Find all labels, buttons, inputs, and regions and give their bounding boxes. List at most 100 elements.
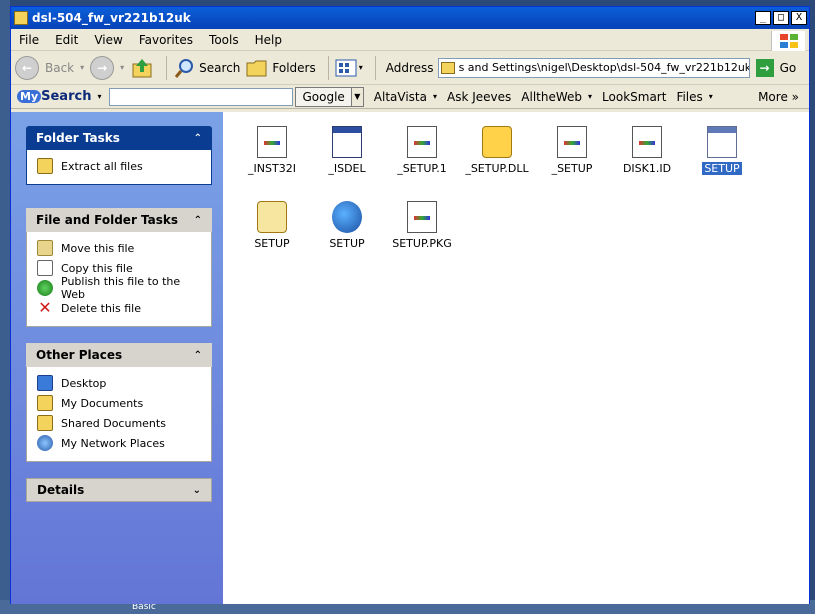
more-label: More: [758, 89, 788, 104]
mysearch-toolbar: My Search ▾ Google ▼ AltaVista ▾ Ask Jeev…: [11, 85, 809, 109]
menu-tools[interactable]: Tools: [201, 33, 247, 47]
place-my-documents[interactable]: My Documents: [37, 393, 201, 413]
window-icon: [332, 126, 362, 158]
document-icon: [557, 126, 587, 158]
folder-tasks-body: Extract all files: [26, 150, 212, 185]
task-label: Move this file: [61, 241, 135, 255]
engine-dropdown-button[interactable]: ▼: [351, 86, 364, 107]
chevron-down-icon[interactable]: ▾: [120, 63, 124, 72]
menu-favorites[interactable]: Favorites: [131, 33, 201, 47]
details-header[interactable]: Details ⌄: [26, 478, 212, 502]
link-looksmart[interactable]: LookSmart: [602, 90, 666, 104]
folder-tasks-panel: Folder Tasks ⌃ Extract all files: [26, 126, 212, 185]
forward-arrow-icon: →: [90, 55, 115, 80]
file-list: _INST32I _ISDEL _SETUP.1 _SETUP.DLL _SET…: [223, 112, 809, 604]
close-button[interactable]: X: [791, 11, 807, 25]
menu-edit[interactable]: Edit: [47, 33, 86, 47]
globe-icon: [37, 280, 53, 296]
file-item[interactable]: DISK1.ID: [607, 126, 687, 175]
up-folder-button[interactable]: [130, 56, 154, 80]
file-name: DISK1.ID: [622, 162, 672, 175]
back-label: Back: [45, 60, 75, 75]
zip-folder-icon: [440, 61, 455, 74]
maximize-button[interactable]: □: [773, 11, 789, 25]
file-item[interactable]: _SETUP.DLL: [457, 126, 537, 175]
file-folder-tasks-body: Move this file Copy this file Publish th…: [26, 232, 212, 327]
desktop-background: [0, 0, 10, 614]
back-arrow-icon: ←: [15, 55, 39, 80]
extract-icon: [37, 158, 53, 174]
chevron-down-icon[interactable]: ▾: [97, 92, 101, 101]
task-move-file[interactable]: Move this file: [37, 238, 201, 258]
more-button[interactable]: More »: [758, 90, 799, 104]
file-item[interactable]: _SETUP.1: [382, 126, 462, 175]
folder-tasks-header[interactable]: Folder Tasks ⌃: [26, 126, 212, 150]
file-item[interactable]: SETUP: [307, 201, 387, 250]
expand-icon[interactable]: ⌄: [193, 485, 201, 496]
dll-gear-icon: [482, 126, 512, 158]
go-button[interactable]: → Go: [755, 58, 796, 77]
file-folder-tasks-header[interactable]: File and Folder Tasks ⌃: [26, 208, 212, 232]
document-icon: [407, 126, 437, 158]
place-network-places[interactable]: My Network Places: [37, 433, 201, 453]
panel-title: Details: [37, 483, 85, 497]
forward-button[interactable]: → ▾: [90, 55, 124, 80]
file-name: _SETUP: [551, 162, 593, 175]
installer-globe-icon: [332, 201, 362, 233]
document-icon: [632, 126, 662, 158]
menu-help[interactable]: Help: [247, 33, 290, 47]
mysearch-button[interactable]: My Search: [17, 89, 91, 104]
search-label: Search: [199, 60, 241, 75]
menu-view[interactable]: View: [86, 33, 130, 47]
chevron-down-icon[interactable]: ▾: [80, 63, 84, 72]
views-button[interactable]: ▾: [335, 58, 363, 78]
document-icon: [407, 201, 437, 233]
collapse-icon[interactable]: ⌃: [194, 350, 202, 361]
title-bar[interactable]: dsl-504_fw_vr221b12uk _ □ X: [11, 7, 809, 29]
link-files[interactable]: Files: [676, 90, 702, 104]
file-item[interactable]: _SETUP: [532, 126, 612, 175]
network-globe-icon: [37, 435, 53, 451]
search-button[interactable]: Search: [173, 57, 240, 79]
content-area: Folder Tasks ⌃ Extract all files File an…: [11, 112, 809, 604]
address-value: s and Settings\nigel\Desktop\dsl-504_fw_…: [458, 61, 750, 74]
file-item[interactable]: _ISDEL: [307, 126, 387, 175]
document-icon: [257, 126, 287, 158]
google-search-button[interactable]: Google: [295, 86, 352, 107]
move-icon: [37, 240, 53, 256]
file-item[interactable]: _INST32I: [232, 126, 312, 175]
chevron-down-icon[interactable]: ▾: [588, 92, 592, 101]
task-publish-web[interactable]: Publish this file to the Web: [37, 275, 201, 301]
address-label: Address: [385, 60, 434, 75]
link-alltheweb[interactable]: AlltheWeb: [521, 90, 582, 104]
link-askjeeves[interactable]: Ask Jeeves: [447, 90, 511, 104]
panel-title: Other Places: [36, 348, 123, 362]
task-label: Extract all files: [61, 159, 143, 173]
chevron-down-icon[interactable]: ▾: [709, 92, 713, 101]
collapse-icon[interactable]: ⌃: [194, 133, 202, 144]
link-altavista[interactable]: AltaVista: [374, 90, 427, 104]
windows-logo-icon: [771, 31, 805, 51]
search-input[interactable]: [109, 87, 294, 106]
explorer-window: dsl-504_fw_vr221b12uk _ □ X File Edit Vi…: [10, 6, 810, 604]
chevron-down-icon[interactable]: ▾: [433, 92, 437, 101]
file-item-selected[interactable]: SETUP: [682, 126, 762, 175]
menu-file[interactable]: File: [11, 33, 47, 47]
address-field[interactable]: s and Settings\nigel\Desktop\dsl-504_fw_…: [437, 57, 750, 78]
file-item[interactable]: SETUP.PKG: [382, 201, 462, 250]
file-name: _ISDEL: [328, 162, 366, 175]
place-desktop[interactable]: Desktop: [37, 373, 201, 393]
back-button[interactable]: ← Back ▾: [15, 55, 84, 80]
toolbar-separator: [374, 55, 376, 80]
task-delete-file[interactable]: ✕ Delete this file: [37, 298, 201, 318]
views-icon: [335, 59, 357, 76]
task-extract-all[interactable]: Extract all files: [37, 156, 201, 176]
task-pane: Folder Tasks ⌃ Extract all files File an…: [11, 112, 223, 604]
place-shared-documents[interactable]: Shared Documents: [37, 413, 201, 433]
shared-folder-icon: [37, 415, 53, 431]
file-item[interactable]: SETUP: [232, 201, 312, 250]
collapse-icon[interactable]: ⌃: [194, 215, 202, 226]
folders-button[interactable]: Folders: [246, 58, 316, 78]
other-places-header[interactable]: Other Places ⌃: [26, 343, 212, 367]
minimize-button[interactable]: _: [755, 11, 771, 25]
